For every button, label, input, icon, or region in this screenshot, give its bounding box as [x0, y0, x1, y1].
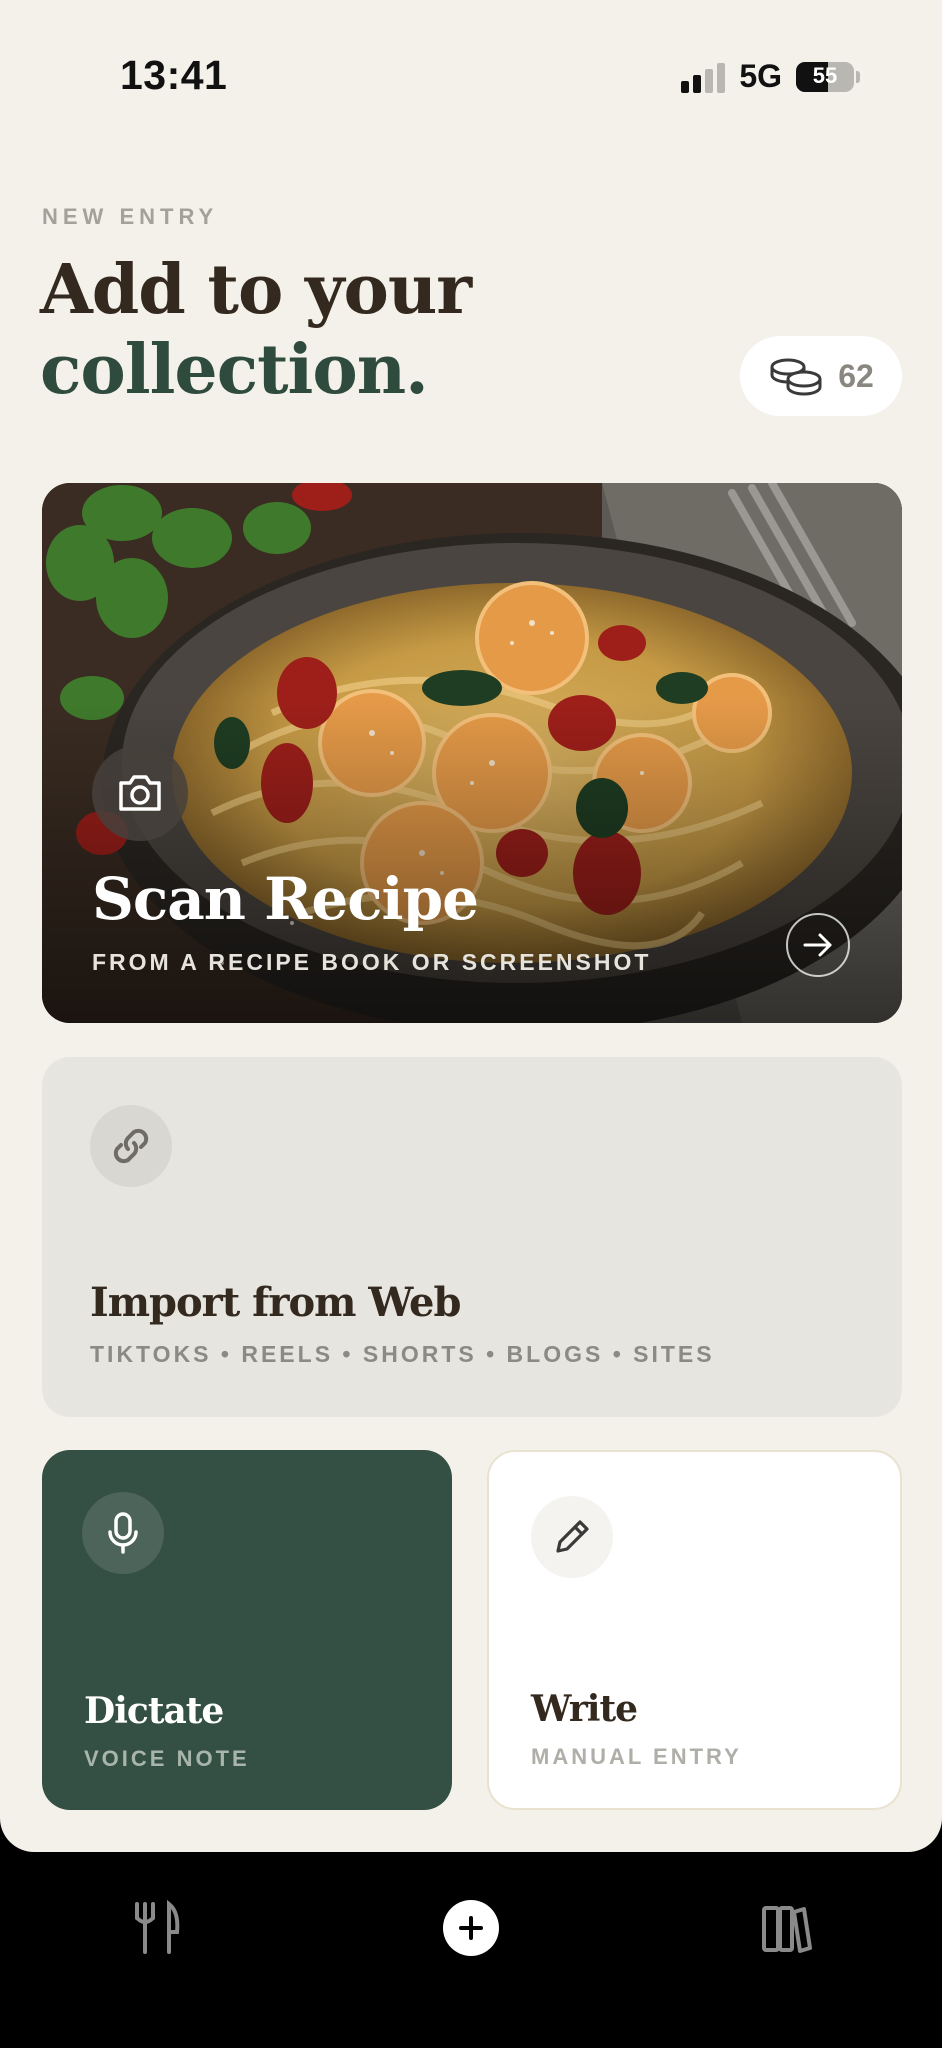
- write-card[interactable]: Write MANUAL ENTRY: [487, 1450, 902, 1810]
- plus-icon: [459, 1916, 483, 1940]
- network-label: 5G: [739, 58, 782, 94]
- arrow-right-icon: [803, 933, 832, 957]
- scan-arrow-button[interactable]: [786, 913, 850, 977]
- microphone-icon: [108, 1512, 138, 1554]
- scan-recipe-subtitle: FROM A RECIPE BOOK OR SCREENSHOT: [92, 949, 652, 975]
- signal-icon: [681, 61, 726, 93]
- fork-knife-icon: [135, 1900, 180, 1954]
- link-icon: [113, 1128, 149, 1164]
- import-from-web-card[interactable]: Import from Web TIKTOKS • REELS • SHORTS…: [42, 1057, 902, 1417]
- eyebrow-label: NEW ENTRY: [42, 204, 219, 229]
- scan-card-shade: [42, 483, 902, 1023]
- pencil-icon-badge: [531, 1496, 613, 1578]
- page-title-line1: Add to your: [40, 250, 472, 330]
- status-time: 13:41: [120, 52, 228, 98]
- coins-icon: [770, 358, 822, 396]
- camera-icon: [119, 775, 161, 811]
- credits-count: 62: [838, 357, 874, 394]
- dictate-subtitle: VOICE NOTE: [84, 1746, 250, 1771]
- import-subtitle: TIKTOKS • REELS • SHORTS • BLOGS • SITES: [90, 1341, 715, 1367]
- page-title-line2: collection.: [40, 330, 429, 410]
- scan-recipe-card[interactable]: Scan Recipe FROM A RECIPE BOOK OR SCREEN…: [42, 483, 902, 1023]
- credits-badge[interactable]: 62: [740, 336, 902, 416]
- write-title: Write: [531, 1688, 638, 1730]
- new-entry-screen: 13:41 5G 55 NEW ENTRY Add to your collec…: [0, 0, 942, 1852]
- page-title: Add to your collection.: [40, 250, 472, 410]
- battery-level: 55: [812, 62, 838, 88]
- tab-add[interactable]: [431, 1888, 511, 1968]
- link-icon-badge: [90, 1105, 172, 1187]
- tab-bar: [0, 1852, 942, 2048]
- tab-recipes[interactable]: [116, 1888, 196, 1968]
- microphone-icon-badge: [82, 1492, 164, 1574]
- pencil-icon: [556, 1520, 589, 1553]
- status-indicators: 5G 55: [681, 58, 860, 95]
- tab-library[interactable]: [746, 1888, 826, 1968]
- dictate-title: Dictate: [84, 1690, 224, 1732]
- scan-recipe-title: Scan Recipe: [92, 865, 479, 933]
- dictate-card[interactable]: Dictate VOICE NOTE: [42, 1450, 452, 1810]
- battery-icon: 55: [796, 61, 854, 92]
- add-button[interactable]: [443, 1900, 499, 1956]
- import-title: Import from Web: [90, 1279, 461, 1326]
- write-subtitle: MANUAL ENTRY: [531, 1744, 742, 1769]
- books-icon: [762, 1906, 812, 1953]
- battery-tip: [856, 70, 860, 83]
- camera-icon-button[interactable]: [92, 745, 188, 841]
